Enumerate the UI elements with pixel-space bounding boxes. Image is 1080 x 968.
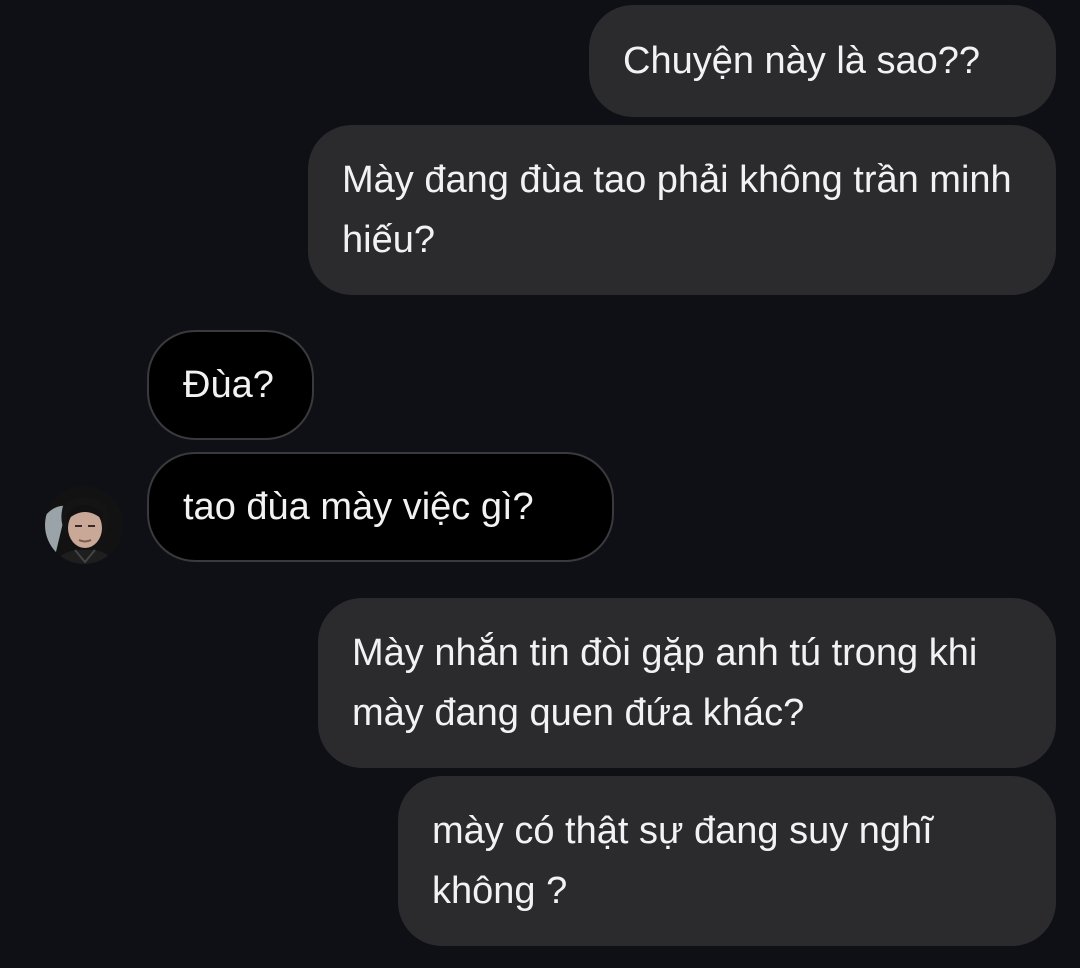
- message-bubble-outgoing[interactable]: Mày đang đùa tao phải không trần minh hi…: [308, 125, 1056, 295]
- message-bubble-incoming[interactable]: Đùa?: [147, 330, 314, 440]
- message-bubble-outgoing[interactable]: Chuyện này là sao??: [589, 5, 1056, 117]
- message-text: Mày đang đùa tao phải không trần minh hi…: [342, 159, 1012, 261]
- message-text: mày có thật sự đang suy nghĩ không ?: [432, 810, 933, 912]
- person-avatar-icon[interactable]: [45, 486, 123, 564]
- message-text: Đùa?: [183, 364, 274, 406]
- message-text: Chuyện này là sao??: [623, 40, 981, 82]
- message-bubble-incoming[interactable]: tao đùa mày việc gì?: [147, 452, 614, 562]
- message-bubble-outgoing[interactable]: Mày nhắn tin đòi gặp anh tú trong khi mà…: [318, 598, 1056, 768]
- avatar-image: [45, 486, 123, 564]
- message-bubble-outgoing[interactable]: mày có thật sự đang suy nghĩ không ?: [398, 776, 1056, 946]
- message-text: Mày nhắn tin đòi gặp anh tú trong khi mà…: [352, 632, 978, 734]
- chat-thread: Chuyện này là sao?? Mày đang đùa tao phả…: [0, 0, 1080, 968]
- message-text: tao đùa mày việc gì?: [183, 486, 534, 528]
